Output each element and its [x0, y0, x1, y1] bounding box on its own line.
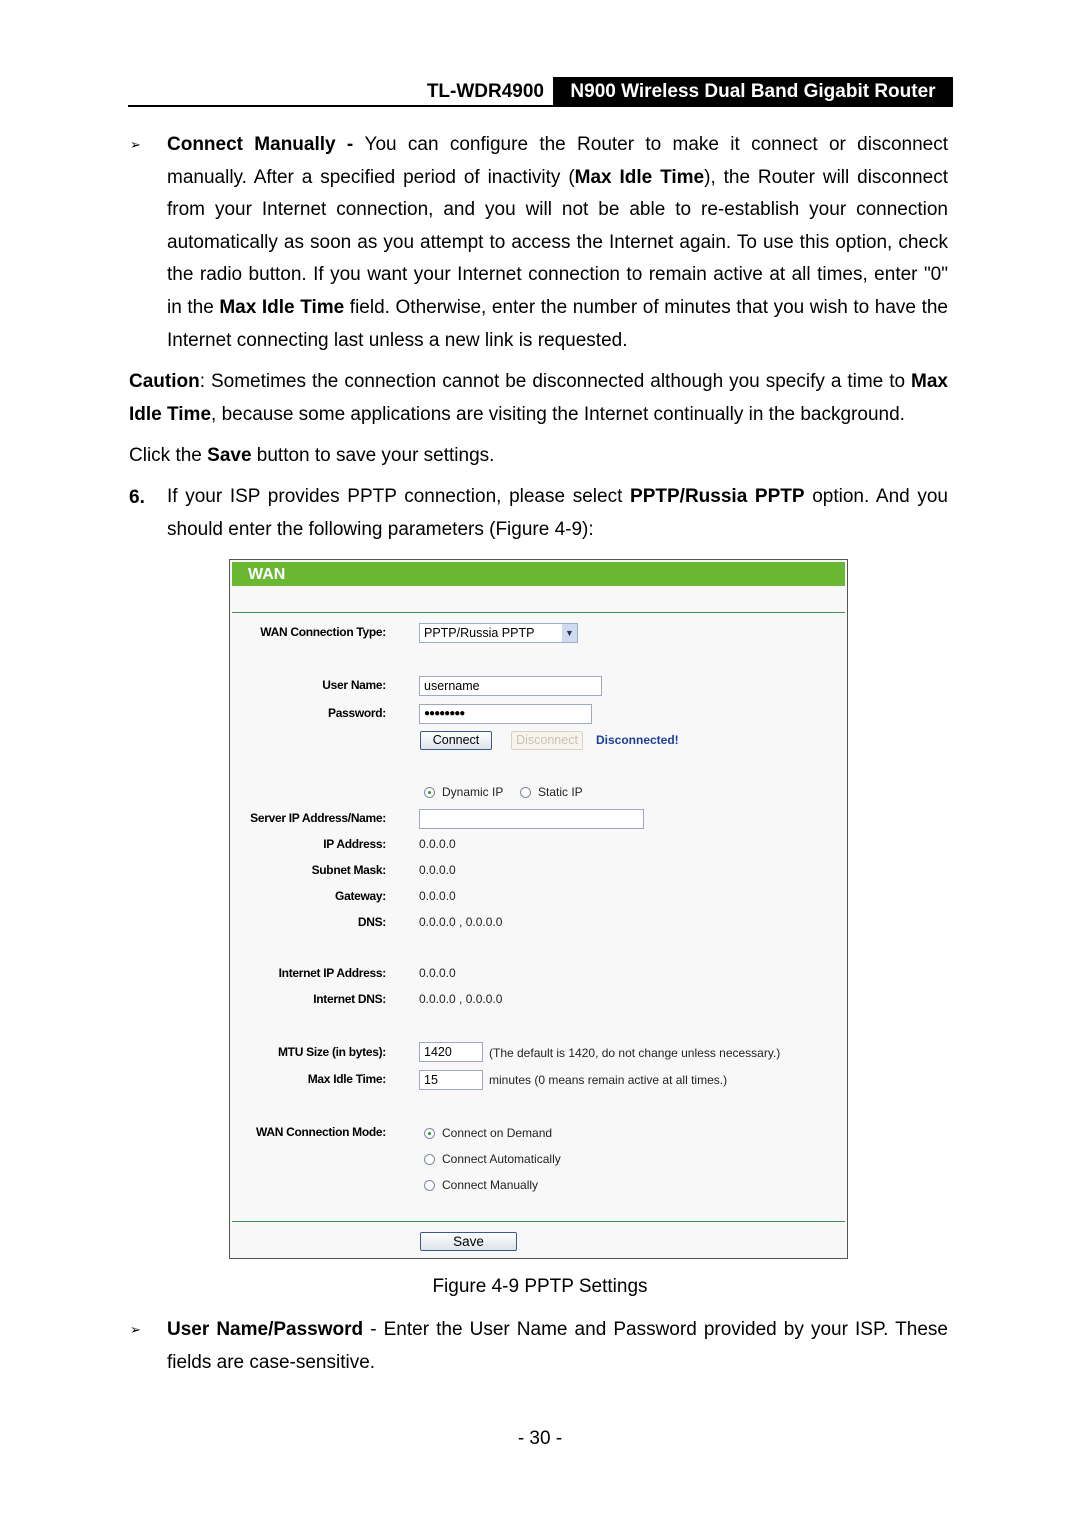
dns-value: 0.0.0.0 , 0.0.0.0 — [419, 915, 503, 929]
internet-dns-label: Internet DNS: — [313, 992, 386, 1006]
save-button[interactable]: Save — [420, 1232, 517, 1251]
panel-title: WAN — [232, 562, 845, 586]
gateway-label: Gateway: — [335, 889, 386, 903]
dynamic-ip-radio[interactable] — [424, 787, 435, 798]
server-input[interactable] — [419, 809, 644, 829]
text: , because some applications are visiting… — [211, 403, 905, 425]
connect-automatically-label: Connect Automatically — [442, 1152, 561, 1166]
step6-paragraph: If your ISP provides PPTP connection, pl… — [167, 481, 948, 546]
text: ), the Router will disconnect from your … — [167, 166, 948, 318]
internet-dns-value: 0.0.0.0 , 0.0.0.0 — [419, 992, 503, 1006]
connect-button[interactable]: Connect — [420, 731, 492, 750]
text: : Sometimes the connection cannot be dis… — [199, 371, 912, 392]
header-divider — [128, 105, 953, 107]
disconnect-button[interactable]: Disconnect — [511, 731, 583, 750]
text: If your ISP provides PPTP connection, pl… — [167, 486, 631, 507]
wan-type-value: PPTP/Russia PPTP — [424, 626, 535, 640]
divider — [232, 1221, 845, 1222]
max-idle-input[interactable]: 15 — [419, 1070, 483, 1090]
ip-label: IP Address: — [323, 837, 386, 851]
mask-label: Subnet Mask: — [311, 863, 387, 877]
gateway-value: 0.0.0.0 — [419, 889, 456, 903]
connect-manually-label: Connect Manually — [442, 1178, 539, 1192]
user-pass-paragraph: User Name/Password - Enter the User Name… — [167, 1314, 948, 1379]
manual-page: TL-WDR4900 N900 Wireless Dual Band Gigab… — [0, 0, 1080, 1527]
max-idle-label: Max Idle Time: — [307, 1072, 387, 1086]
connection-status: Disconnected! — [596, 733, 679, 747]
static-ip-radio[interactable] — [520, 787, 531, 798]
internet-ip-value: 0.0.0.0 — [419, 966, 456, 980]
term: Connect Manually - — [167, 134, 365, 155]
password-label: Password: — [328, 706, 386, 720]
text: button to save your settings. — [251, 445, 495, 466]
internet-ip-label: Internet IP Address: — [278, 966, 387, 980]
divider — [232, 612, 845, 613]
connect-manually-paragraph: Connect Manually - You can configure the… — [167, 129, 948, 357]
term: Max Idle Time — [574, 166, 705, 188]
static-ip-label: Static IP — [538, 785, 583, 799]
caution-paragraph: Caution: Sometimes the connection cannot… — [129, 366, 948, 431]
text: Click the — [129, 445, 208, 466]
server-label: Server IP Address/Name: — [250, 811, 386, 825]
connect-on-demand-radio[interactable] — [424, 1128, 435, 1139]
ip-value: 0.0.0.0 — [419, 837, 456, 851]
chevron-down-icon: ▼ — [562, 624, 577, 642]
term: PPTP/Russia PPTP — [630, 486, 805, 507]
step-number: 6. — [129, 487, 145, 508]
dns-label: DNS: — [357, 915, 386, 929]
user-name-label: User Name: — [322, 678, 386, 692]
connect-manually-radio[interactable] — [424, 1180, 435, 1191]
connect-on-demand-label: Connect on Demand — [442, 1126, 553, 1140]
wan-type-select[interactable]: PPTP/Russia PPTP ▼ — [419, 623, 578, 643]
term: Max Idle Time — [219, 296, 345, 318]
mtu-note: (The default is 1420, do not change unle… — [489, 1046, 781, 1060]
figure-caption: Figure 4-9 PPTP Settings — [432, 1276, 648, 1297]
connect-automatically-radio[interactable] — [424, 1154, 435, 1165]
term: Save — [207, 445, 252, 466]
wan-mode-label: WAN Connection Mode: — [256, 1125, 386, 1139]
header-model: TL-WDR4900 — [426, 81, 544, 102]
dynamic-ip-label: Dynamic IP — [442, 785, 504, 799]
arrowhead-bullet-icon: ➢ — [130, 137, 141, 152]
max-idle-note: minutes (0 means remain active at all ti… — [489, 1073, 728, 1087]
arrowhead-bullet-icon: ➢ — [130, 1322, 141, 1337]
header-product: N900 Wireless Dual Band Gigabit Router — [553, 77, 953, 106]
mask-value: 0.0.0.0 — [419, 863, 456, 877]
mtu-input[interactable]: 1420 — [419, 1042, 483, 1062]
user-name-input[interactable]: username — [419, 676, 602, 696]
password-input[interactable]: ●●●●●●●● — [419, 704, 592, 724]
wan-settings-screenshot: WAN WAN Connection Type: PPTP/Russia PPT… — [229, 559, 848, 1259]
mtu-label: MTU Size (in bytes): — [277, 1045, 386, 1059]
page-number: - 30 - — [517, 1428, 563, 1449]
term: User Name/Password — [167, 1319, 364, 1340]
save-note: Click the Save button to save your setti… — [129, 440, 948, 473]
term: Caution — [129, 371, 200, 392]
wan-type-label: WAN Connection Type: — [260, 625, 386, 639]
